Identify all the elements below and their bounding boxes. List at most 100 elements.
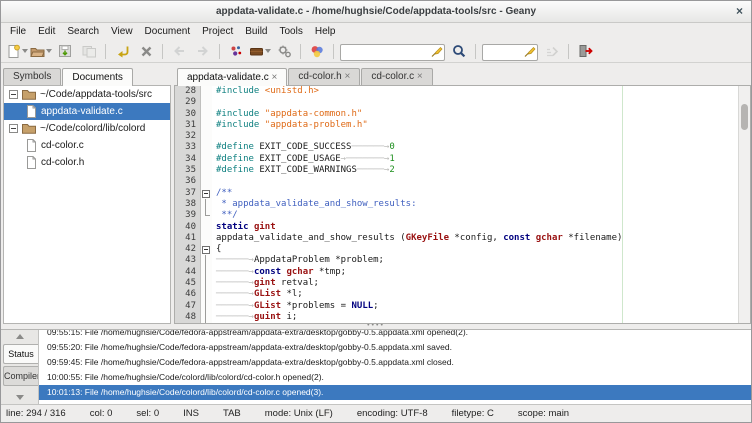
expander-icon[interactable] xyxy=(9,90,18,99)
menu-item-tools[interactable]: Tools xyxy=(274,25,309,38)
chevron-down-icon xyxy=(16,395,24,400)
tree-file[interactable]: cd-color.h xyxy=(4,154,170,171)
new-document-button[interactable] xyxy=(5,41,29,62)
sidebar-tab-symbols[interactable]: Symbols xyxy=(3,68,61,85)
save-all-button[interactable] xyxy=(77,41,101,62)
menu-item-search[interactable]: Search xyxy=(61,25,105,38)
editor-tab[interactable]: cd-color.h × xyxy=(288,68,360,85)
menu-item-help[interactable]: Help xyxy=(309,25,342,38)
code-text: ──────→GList *l; xyxy=(212,289,303,300)
code-line: 31#include "appdata-problem.h" xyxy=(175,120,750,131)
close-file-button[interactable] xyxy=(134,41,158,62)
tab-label: appdata-validate.c xyxy=(187,72,269,83)
code-line: 36 xyxy=(175,176,750,187)
tabs-scroll-down-button[interactable] xyxy=(1,391,38,404)
editor-scrollbar-thumb[interactable] xyxy=(741,104,748,130)
code-text xyxy=(212,131,216,142)
code-text: * appdata_validate_and_show_results: xyxy=(212,199,416,210)
execute-button[interactable] xyxy=(272,41,296,62)
toolbar-separator xyxy=(475,44,476,59)
navigate-forward-button[interactable] xyxy=(191,41,215,62)
code-line: 43──────→AppdataProblem *problem; xyxy=(175,255,750,266)
search-button[interactable] xyxy=(447,41,471,62)
tree-folder[interactable]: ~/Code/appdata-tools/src xyxy=(4,86,170,103)
window-close-icon[interactable]: × xyxy=(736,4,743,18)
line-number: 33 xyxy=(175,142,201,153)
build-button[interactable] xyxy=(248,41,272,62)
expander-icon[interactable] xyxy=(9,124,18,133)
close-tab-icon[interactable]: × xyxy=(342,71,351,82)
message-tab-compiler[interactable]: Compiler xyxy=(3,366,38,386)
compile-button[interactable] xyxy=(224,41,248,62)
color-chooser-button[interactable] xyxy=(305,41,329,62)
menu-item-edit[interactable]: Edit xyxy=(32,25,61,38)
menu-item-document[interactable]: Document xyxy=(139,25,197,38)
fold-margin xyxy=(201,142,212,153)
editor-tab[interactable]: appdata-validate.c × xyxy=(177,68,287,86)
tree-file[interactable]: cd-color.c xyxy=(4,137,170,154)
status-indent-mode: TAB xyxy=(223,408,241,419)
titlebar: appdata-validate.c - /home/hughsie/Code/… xyxy=(1,1,751,23)
fold-marker xyxy=(201,312,212,323)
code-editor[interactable]: 28#include <unistd.h>2930#include "appda… xyxy=(174,85,751,324)
geany-window: appdata-validate.c - /home/hughsie/Code/… xyxy=(0,0,752,423)
new-dropdown-icon[interactable] xyxy=(22,49,28,53)
tree-file[interactable]: appdata-validate.c xyxy=(4,103,170,120)
fold-margin xyxy=(201,176,212,187)
status-eol-mode: mode: Unix (LF) xyxy=(265,408,333,419)
menu-item-view[interactable]: View xyxy=(105,25,139,38)
revert-button[interactable] xyxy=(110,41,134,62)
main-area: SymbolsDocuments ~/Code/appdata-tools/sr… xyxy=(1,63,751,324)
save-button[interactable] xyxy=(53,41,77,62)
sidebar-tab-documents[interactable]: Documents xyxy=(62,68,133,86)
file-icon xyxy=(26,139,37,152)
line-number: 28 xyxy=(175,86,201,97)
quit-button[interactable] xyxy=(573,41,597,62)
code-line: 35#define EXIT_CODE_WARNINGS─────→2 xyxy=(175,165,750,176)
code-line: 48──────→guint i; xyxy=(175,312,750,323)
editor-tab[interactable]: cd-color.c × xyxy=(361,68,432,85)
open-dropdown-icon[interactable] xyxy=(46,49,52,53)
status-line: line: 294 / 316 xyxy=(6,408,66,419)
code-line: 40static gint xyxy=(175,222,750,233)
message-tab-list: StatusCompiler xyxy=(1,343,38,391)
clear-entry-icon[interactable] xyxy=(430,45,443,58)
menu-item-file[interactable]: File xyxy=(4,25,32,38)
goto-line-button[interactable] xyxy=(540,41,564,62)
menu-item-build[interactable]: Build xyxy=(239,25,273,38)
close-tab-icon[interactable]: × xyxy=(269,72,278,83)
build-dropdown-icon[interactable] xyxy=(265,49,271,53)
editor-scrollbar[interactable] xyxy=(738,86,750,323)
toolbar-separator xyxy=(300,44,301,59)
fold-margin xyxy=(201,165,212,176)
code-line: 32 xyxy=(175,131,750,142)
tabs-scroll-up-button[interactable] xyxy=(1,330,38,343)
fold-marker[interactable] xyxy=(201,188,212,199)
message-row[interactable]: 10:01:13: File /home/hughsie/Code/colord… xyxy=(39,385,751,400)
close-tab-icon[interactable]: × xyxy=(414,71,423,82)
tree-folder[interactable]: ~/Code/colord/lib/colord xyxy=(4,120,170,137)
message-row[interactable]: 09:55:15: File /home/hughsie/Code/fedora… xyxy=(39,330,751,340)
search-entry xyxy=(340,43,445,60)
long-line-marker xyxy=(622,86,623,323)
fold-marker xyxy=(201,267,212,278)
close-icon xyxy=(140,45,153,58)
fold-marker xyxy=(201,199,212,210)
color-chooser-icon xyxy=(310,44,324,58)
message-tab-status[interactable]: Status xyxy=(3,344,38,364)
code-line: 28#include <unistd.h> xyxy=(175,86,750,97)
clear-entry-icon[interactable] xyxy=(523,45,536,58)
message-row[interactable]: 09:59:45: File /home/hughsie/Code/fedora… xyxy=(39,355,751,370)
message-row[interactable]: 09:55:20: File /home/hughsie/Code/fedora… xyxy=(39,340,751,355)
code-line: 30#include "appdata-common.h" xyxy=(175,109,750,120)
status-col: col: 0 xyxy=(90,408,113,419)
fold-marker[interactable] xyxy=(201,244,212,255)
file-icon xyxy=(26,156,37,169)
open-file-button[interactable] xyxy=(29,41,53,62)
message-row[interactable]: 10:00:55: File /home/hughsie/Code/colord… xyxy=(39,370,751,385)
menu-item-project[interactable]: Project xyxy=(196,25,239,38)
code-text: #define EXIT_CODE_USAGE→───────→1 xyxy=(212,154,395,165)
navigate-back-button[interactable] xyxy=(167,41,191,62)
line-number: 42 xyxy=(175,244,201,255)
fold-marker xyxy=(201,289,212,300)
